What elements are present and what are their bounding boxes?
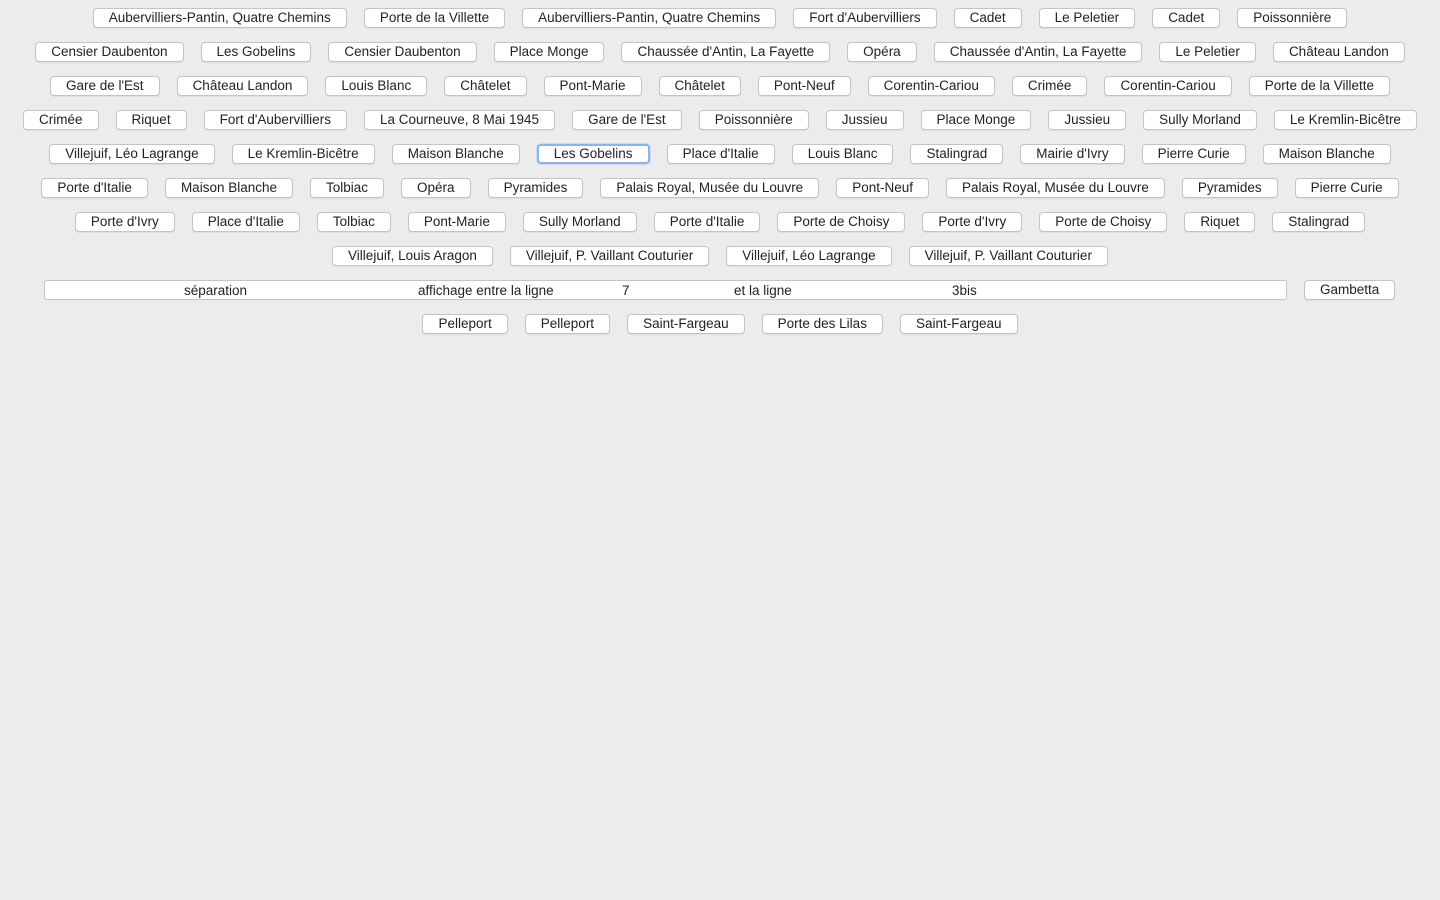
station-button[interactable]: Mairie d'Ivry: [1020, 144, 1125, 164]
station-button[interactable]: Pierre Curie: [1294, 178, 1399, 198]
separator-line-b: 3bis: [952, 283, 977, 298]
station-row-2: Censier Daubenton Les Gobelins Censier D…: [0, 42, 1440, 62]
station-button[interactable]: Saint-Fargeau: [899, 314, 1018, 334]
station-button-focused[interactable]: Les Gobelins: [536, 144, 650, 164]
station-button[interactable]: Poissonnière: [1237, 8, 1348, 28]
station-button[interactable]: La Courneuve, 8 Mai 1945: [363, 110, 556, 130]
station-button[interactable]: Fort d'Aubervilliers: [203, 110, 347, 130]
separator-text: affichage entre la ligne: [418, 283, 554, 298]
station-button[interactable]: Gare de l'Est: [49, 76, 160, 96]
station-button[interactable]: Cadet: [1152, 8, 1221, 28]
separator-word: séparation: [184, 283, 248, 298]
station-button[interactable]: Chaussée d'Antin, La Fayette: [933, 42, 1143, 62]
station-button[interactable]: Porte d'Ivry: [922, 212, 1023, 232]
station-button[interactable]: Porte des Lilas: [761, 314, 883, 334]
station-button[interactable]: Jussieu: [825, 110, 904, 130]
station-button[interactable]: Stalingrad: [1272, 212, 1366, 232]
station-button[interactable]: Opéra: [401, 178, 471, 198]
station-button[interactable]: Pyramides: [487, 178, 584, 198]
station-button[interactable]: Pont-Neuf: [757, 76, 851, 96]
station-button[interactable]: Place d'Italie: [666, 144, 775, 164]
station-button[interactable]: Châtelet: [444, 76, 527, 96]
station-button[interactable]: Porte de Choisy: [1039, 212, 1168, 232]
station-row-last: Pelleport Pelleport Saint-Fargeau Porte …: [0, 314, 1440, 334]
station-button[interactable]: Riquet: [1184, 212, 1256, 232]
station-button[interactable]: Château Landon: [1272, 42, 1405, 62]
station-button[interactable]: Chaussée d'Antin, La Fayette: [621, 42, 831, 62]
station-button[interactable]: Sully Morland: [522, 212, 637, 232]
station-button[interactable]: Louis Blanc: [791, 144, 894, 164]
station-button[interactable]: Tolbiac: [316, 212, 391, 232]
station-button[interactable]: Château Landon: [176, 76, 309, 96]
station-button[interactable]: Le Kremlin-Bicêtre: [1273, 110, 1417, 130]
station-button[interactable]: Crimée: [1011, 76, 1088, 96]
station-button[interactable]: Cadet: [953, 8, 1022, 28]
station-button[interactable]: Pont-Marie: [407, 212, 506, 232]
line-separator-label: séparation affichage entre la ligne 7 et…: [44, 280, 1287, 300]
station-button[interactable]: Maison Blanche: [164, 178, 293, 198]
station-window: Aubervilliers-Pantin, Quatre Chemins Por…: [0, 0, 1440, 900]
station-button[interactable]: Corentin-Cariou: [1104, 76, 1232, 96]
station-button[interactable]: Place Monge: [493, 42, 605, 62]
station-button[interactable]: Aubervilliers-Pantin, Quatre Chemins: [92, 8, 347, 28]
station-button[interactable]: Palais Royal, Musée du Louvre: [600, 178, 820, 198]
station-button[interactable]: Villejuif, P. Vaillant Couturier: [908, 246, 1108, 266]
station-button[interactable]: Riquet: [115, 110, 187, 130]
station-button[interactable]: Châtelet: [658, 76, 741, 96]
station-button[interactable]: Sully Morland: [1143, 110, 1257, 130]
station-button[interactable]: Fort d'Aubervilliers: [793, 8, 937, 28]
station-button[interactable]: Les Gobelins: [200, 42, 312, 62]
station-button[interactable]: Maison Blanche: [1262, 144, 1391, 164]
station-button[interactable]: Tolbiac: [310, 178, 385, 198]
station-button[interactable]: Censier Daubenton: [328, 42, 477, 62]
separator-text-2: et la ligne: [734, 283, 792, 298]
station-button[interactable]: Crimée: [23, 110, 99, 130]
station-button[interactable]: Opéra: [847, 42, 917, 62]
station-button[interactable]: Place Monge: [920, 110, 1032, 130]
station-button[interactable]: Porte de Choisy: [777, 212, 906, 232]
station-button[interactable]: Palais Royal, Musée du Louvre: [946, 178, 1165, 198]
station-button[interactable]: Porte de la Villette: [1248, 76, 1391, 96]
station-button[interactable]: Le Peletier: [1159, 42, 1256, 62]
station-button[interactable]: Le Kremlin-Bicêtre: [231, 144, 375, 164]
station-button[interactable]: Censier Daubenton: [35, 42, 184, 62]
station-button[interactable]: Pelleport: [524, 314, 611, 334]
station-button-gambetta[interactable]: Gambetta: [1304, 280, 1396, 300]
station-button[interactable]: Porte de la Villette: [363, 8, 506, 28]
station-button[interactable]: Villejuif, Louis Aragon: [332, 246, 493, 266]
station-row-6: Porte d'Italie Maison Blanche Tolbiac Op…: [0, 178, 1440, 198]
station-button[interactable]: Villejuif, Léo Lagrange: [49, 144, 215, 164]
station-button[interactable]: Pyramides: [1181, 178, 1278, 198]
station-button[interactable]: Corentin-Cariou: [867, 76, 995, 96]
station-button[interactable]: Pelleport: [422, 314, 508, 334]
station-row-5: Villejuif, Léo Lagrange Le Kremlin-Bicêt…: [0, 144, 1440, 164]
station-button[interactable]: Poissonnière: [698, 110, 809, 130]
station-button[interactable]: Villejuif, P. Vaillant Couturier: [509, 246, 710, 266]
station-button[interactable]: Stalingrad: [910, 144, 1004, 164]
station-button[interactable]: Le Peletier: [1038, 8, 1136, 28]
station-button[interactable]: Pierre Curie: [1141, 144, 1246, 164]
station-button[interactable]: Pont-Marie: [543, 76, 642, 96]
station-row-1: Aubervilliers-Pantin, Quatre Chemins Por…: [0, 8, 1440, 28]
station-button[interactable]: Louis Blanc: [325, 76, 428, 96]
station-button[interactable]: Jussieu: [1048, 110, 1127, 130]
separator-line-a: 7: [622, 283, 630, 298]
station-button[interactable]: Saint-Fargeau: [627, 314, 745, 334]
station-button[interactable]: Pont-Neuf: [836, 178, 929, 198]
station-row-7: Porte d'Ivry Place d'Italie Tolbiac Pont…: [0, 212, 1440, 232]
station-button[interactable]: Aubervilliers-Pantin, Quatre Chemins: [522, 8, 777, 28]
station-button[interactable]: Porte d'Italie: [41, 178, 148, 198]
station-row-3: Gare de l'Est Château Landon Louis Blanc…: [0, 76, 1440, 96]
station-button[interactable]: Villejuif, Léo Lagrange: [726, 246, 892, 266]
station-row-4: Crimée Riquet Fort d'Aubervilliers La Co…: [0, 110, 1440, 130]
station-row-8: Villejuif, Louis Aragon Villejuif, P. Va…: [0, 246, 1440, 266]
station-button[interactable]: Maison Blanche: [391, 144, 520, 164]
station-button[interactable]: Gare de l'Est: [572, 110, 682, 130]
station-button[interactable]: Porte d'Italie: [653, 212, 761, 232]
station-button[interactable]: Place d'Italie: [191, 212, 300, 232]
station-button[interactable]: Porte d'Ivry: [74, 212, 175, 232]
